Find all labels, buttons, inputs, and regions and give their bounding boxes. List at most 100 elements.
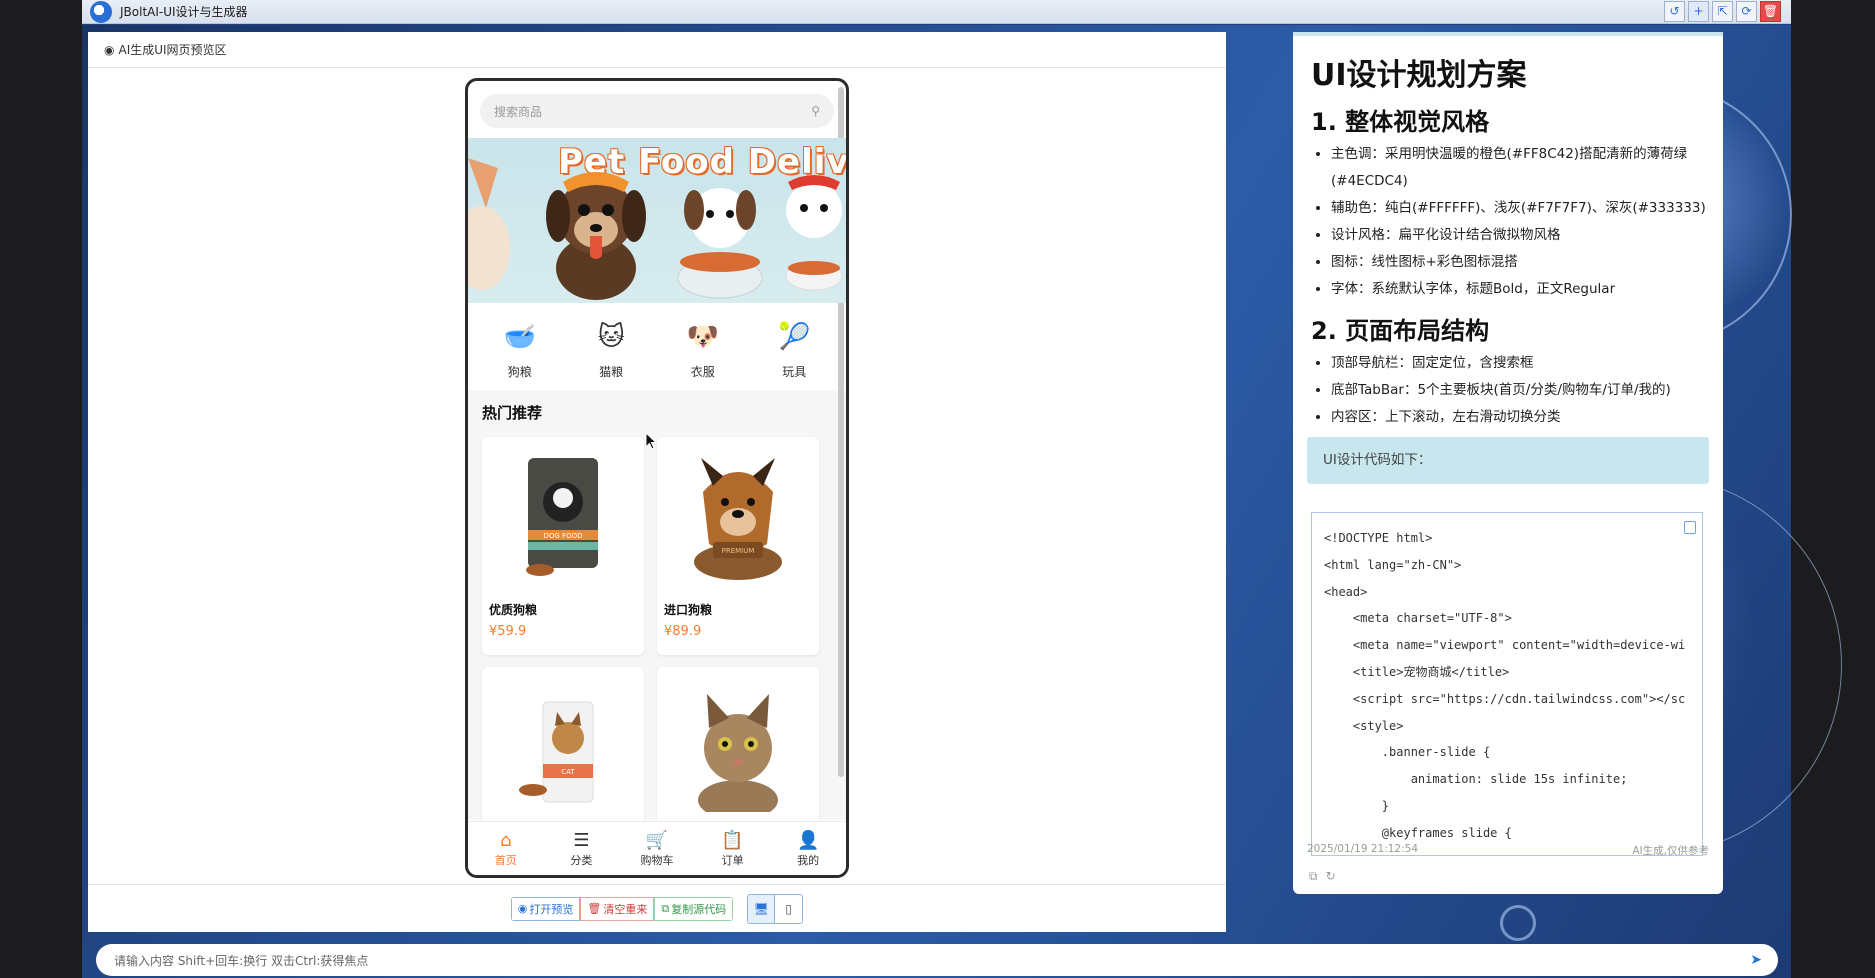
code-line: <title>宠物商城</title> xyxy=(1324,664,1510,679)
message-actions: ⧉ ↻ xyxy=(1309,869,1336,884)
tab-orders[interactable]: 📋 订单 xyxy=(703,830,763,868)
delete-icon[interactable]: 🗑 xyxy=(1760,1,1781,22)
chat-input[interactable]: 请输入内容 Shift+回车:换行 双击Ctrl:获得焦点 ➤ xyxy=(96,944,1778,976)
copy-code-button[interactable]: ⧉ 复制源代码 xyxy=(654,896,734,921)
category-label: 猫粮 xyxy=(599,365,624,379)
regenerate-icon[interactable]: ↻ xyxy=(1326,869,1336,884)
clear-label: 清空重来 xyxy=(603,902,648,916)
home-icon: ⌂ xyxy=(500,829,512,851)
tab-label: 订单 xyxy=(721,853,744,867)
tab-cart[interactable]: 🛒 购物车 xyxy=(627,830,687,868)
category-label: 狗粮 xyxy=(507,365,532,379)
mobile-icon[interactable]: ▯ xyxy=(775,895,802,923)
list-item: 设计风格：扁平化设计结合微拟物风格 xyxy=(1331,222,1709,249)
section-heading: 1. 整体视觉风格 xyxy=(1311,108,1490,136)
category-dog-food[interactable]: 🥣 狗粮 xyxy=(488,317,552,380)
mouse-cursor-icon xyxy=(645,432,657,450)
open-preview-button[interactable]: ◉ 打开预览 xyxy=(510,896,581,921)
user-icon: 👤 xyxy=(796,829,820,851)
svg-text:DOG FOOD: DOG FOOD xyxy=(544,532,583,540)
eye-icon: ◉ xyxy=(517,902,528,915)
preview-actions: ◉ 打开预览 🗑 清空重来 ⧉ 复制源代码 xyxy=(510,896,734,921)
preview-footer: ◉ 打开预览 🗑 清空重来 ⧉ 复制源代码 🖥 ▯ xyxy=(88,884,1226,932)
product-image xyxy=(657,667,819,827)
product-card[interactable]: DOG FOOD 优质狗粮 ¥59.9 xyxy=(482,437,644,655)
reload-icon[interactable]: ⟳ xyxy=(1736,1,1757,22)
category-toys[interactable]: 🎾 玩具 xyxy=(762,317,826,380)
list-item: 内容区：上下滚动，左右滑动切换分类 xyxy=(1331,404,1709,431)
product-price: ¥59.9 xyxy=(489,624,527,639)
device-toggle: 🖥 ▯ xyxy=(747,893,804,924)
search-icon: ⚲ xyxy=(811,104,820,118)
tab-home[interactable]: ⌂ 首页 xyxy=(476,830,536,868)
window-title: JBoltAI-UI设计与生成器 xyxy=(120,5,248,19)
tab-profile[interactable]: 👤 我的 xyxy=(778,830,838,868)
tab-label: 首页 xyxy=(494,853,517,867)
right-margin xyxy=(1791,0,1875,978)
external-link-icon[interactable]: ⇱ xyxy=(1712,1,1733,22)
category-cat-food[interactable]: 🐱 猫粮 xyxy=(579,317,643,380)
product-card[interactable]: PREMIUM 进口狗粮 ¥89.9 xyxy=(657,437,819,655)
svg-text:PREMIUM: PREMIUM xyxy=(722,547,755,555)
list-item: 图标：线性图标+彩色图标混搭 xyxy=(1331,249,1709,276)
product-name: 进口狗粮 xyxy=(664,603,713,617)
search-input[interactable]: 搜索商品 ⚲ xyxy=(480,94,834,128)
code-block[interactable]: <!DOCTYPE html> <html lang="zh-CN"> <hea… xyxy=(1311,512,1703,856)
copy-code-label: 复制源代码 xyxy=(671,902,727,916)
copy-icon[interactable]: ⧉ xyxy=(1309,869,1318,884)
bg-ring xyxy=(1500,905,1536,941)
refresh-icon[interactable]: ↺ xyxy=(1664,1,1685,22)
code-note: UI设计代码如下： xyxy=(1307,437,1709,484)
tab-label: 分类 xyxy=(570,853,593,867)
window-controls: ↺ + ⇱ ⟳ 🗑 xyxy=(1664,1,1781,22)
plan-title: UI设计规划方案 xyxy=(1311,58,1527,93)
clipboard-icon: 📋 xyxy=(721,829,744,851)
clothes-icon: 🐶 xyxy=(686,322,719,352)
product-image: CAT xyxy=(482,667,644,827)
chat-input-placeholder: 请输入内容 Shift+回车:换行 双击Ctrl:获得焦点 xyxy=(114,953,369,968)
eye-icon: ◉ xyxy=(104,42,115,57)
section-heading: 2. 页面布局结构 xyxy=(1311,317,1490,345)
clear-button[interactable]: 🗑 清空重来 xyxy=(580,896,655,921)
style-list: 主色调：采用明快温暖的橙色(#FF8C42)搭配清新的薄荷绿 (#4ECDC4)… xyxy=(1331,141,1723,303)
list-item-continuation: (#4ECDC4) xyxy=(1331,173,1408,189)
hot-recommendations: 热门推荐 DOG FOOD 优质狗粮 ¥59.9 PREMIUM 进口狗粮 ¥8… xyxy=(468,390,846,875)
phone-preview: 搜索商品 ⚲ Pet Food Delive 🥣 狗粮 🐱 猫粮 🐶 衣服 🎾 … xyxy=(465,78,849,878)
category-clothes[interactable]: 🐶 衣服 xyxy=(671,317,735,380)
banner-puppies-image xyxy=(468,158,843,300)
product-grid: DOG FOOD 优质狗粮 ¥59.9 PREMIUM 进口狗粮 ¥89.9 C… xyxy=(482,437,832,875)
menu-icon: ☰ xyxy=(573,829,590,851)
tab-category[interactable]: ☰ 分类 xyxy=(551,830,611,868)
list-item: 字体：系统默认字体，标题Bold，正文Regular xyxy=(1331,276,1709,303)
design-plan-panel: UI设计规划方案 1. 整体视觉风格 主色调：采用明快温暖的橙色(#FF8C42… xyxy=(1293,32,1723,894)
left-margin xyxy=(0,0,82,978)
list-item: 主色调：采用明快温暖的橙色(#FF8C42)搭配清新的薄荷绿 xyxy=(1331,141,1709,168)
code-line: <head> xyxy=(1324,584,1368,599)
tab-label: 购物车 xyxy=(640,853,674,867)
search-placeholder: 搜索商品 xyxy=(494,104,543,119)
send-icon[interactable]: ➤ xyxy=(1750,952,1762,968)
list-item: 顶部导航栏：固定定位，含搜索框 xyxy=(1331,350,1709,377)
banner[interactable]: Pet Food Delive xyxy=(468,138,846,303)
copy-icon: ⧉ xyxy=(661,901,670,915)
product-image: PREMIUM xyxy=(657,437,819,597)
trash-icon: 🗑 xyxy=(587,902,602,915)
preview-header: ◉ AI生成UI网页预览区 xyxy=(88,32,1226,68)
preview-header-label: AI生成UI网页预览区 xyxy=(118,43,227,57)
list-item: 辅助色：纯白(#FFFFFF)、浅灰(#F7F7F7)、深灰(#333333) xyxy=(1331,195,1709,222)
copy-icon[interactable] xyxy=(1684,521,1696,534)
disclaimer: AI生成,仅供参考 xyxy=(1632,845,1709,857)
window-titlebar: JBoltAI-UI设计与生成器 ↺ + ⇱ ⟳ 🗑 xyxy=(82,0,1791,24)
code-line: <!DOCTYPE html> xyxy=(1324,531,1433,545)
add-icon[interactable]: + xyxy=(1688,1,1709,22)
code-line: <meta charset="UTF-8"> xyxy=(1324,611,1512,626)
product-price: ¥89.9 xyxy=(664,624,702,639)
open-preview-label: 打开预览 xyxy=(529,902,574,916)
panel-top-border xyxy=(1293,32,1723,36)
code-line: animation: slide 15s infinite; xyxy=(1324,772,1628,787)
code-line: <script src="https://cdn.tailwindcss.com… xyxy=(1324,691,1686,706)
cat-food-icon: 🐱 xyxy=(597,322,625,352)
desktop-icon[interactable]: 🖥 xyxy=(748,894,776,923)
code-line: } xyxy=(1324,798,1390,813)
code-line: <style> xyxy=(1324,718,1404,733)
